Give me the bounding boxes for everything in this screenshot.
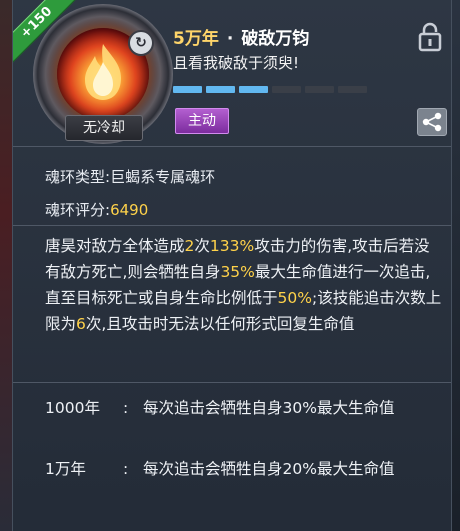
share-button[interactable] — [417, 108, 447, 136]
ring-score-value: 6490 — [110, 201, 149, 219]
progress-segment — [338, 86, 367, 93]
lock-icon[interactable] — [417, 22, 443, 52]
ring-type-row: 魂环类型:巨蝎系专属魂环 — [45, 166, 215, 187]
bonus-ribbon: +150 — [13, 0, 83, 70]
divider — [13, 225, 451, 226]
progress-segment — [206, 86, 235, 93]
description-highlight: 35% — [220, 263, 255, 281]
progress-segment — [173, 86, 202, 93]
progress-segment — [239, 86, 268, 93]
progress-segment — [272, 86, 301, 93]
level-colon: : — [123, 399, 129, 417]
share-icon — [422, 112, 442, 132]
skill-type-tag: 主动 — [175, 108, 229, 134]
flame-icon — [85, 44, 121, 100]
ring-type-label: 魂环类型: — [45, 168, 111, 186]
ring-type-icon: ↻ — [128, 30, 154, 56]
skill-tooltip-panel: ↻ 无冷却 +150 5万年 · 破敌万钧 且看我破敌于须臾! 主动 魂环类型:… — [12, 0, 452, 531]
description-text: 次 — [194, 237, 210, 255]
level-value: 每次追击会牺牲自身30%最大生命值 — [143, 399, 395, 417]
progress-segment — [305, 86, 334, 93]
skill-description: 唐昊对敌方全体造成2次133%攻击力的伤害,攻击后若没有敌方死亡,则会牺牲自身3… — [45, 233, 445, 337]
skill-header: ↻ 无冷却 +150 5万年 · 破敌万钧 且看我破敌于须臾! 主动 — [13, 0, 451, 146]
description-highlight: 6 — [76, 315, 86, 333]
title-separator: · — [226, 29, 234, 49]
level-key: 1000年 — [45, 399, 100, 417]
description-highlight: 50% — [277, 289, 312, 307]
cooldown-label: 无冷却 — [65, 115, 143, 141]
divider — [13, 146, 451, 147]
ring-type-value: 巨蝎系专属魂环 — [110, 168, 216, 186]
skill-quote: 且看我破敌于须臾! — [173, 54, 300, 72]
skill-level-progress — [173, 86, 367, 93]
ring-score-row: 魂环评分:6490 — [45, 199, 148, 220]
ring-score-label: 魂环评分: — [45, 201, 111, 219]
bonus-badge: +150 — [13, 0, 81, 67]
level-colon: : — [123, 460, 129, 478]
description-text: 攻击力的伤害, — [254, 237, 353, 255]
skill-title: 5万年 · 破敌万钧 — [173, 24, 309, 49]
level-value: 每次追击会牺牲自身20%最大生命值 — [143, 460, 395, 478]
level-key: 1万年 — [45, 460, 86, 478]
description-highlight: 2 — [184, 237, 195, 255]
skill-name: 破敌万钧 — [241, 29, 310, 49]
description-text: 次,且攻击时无法以任何形式回复生命值 — [85, 315, 355, 333]
skill-age-label: 5万年 — [173, 29, 219, 49]
divider — [13, 382, 451, 383]
description-highlight: 133% — [209, 237, 255, 255]
description-text: 唐昊对敌方全体造成 — [45, 237, 185, 255]
